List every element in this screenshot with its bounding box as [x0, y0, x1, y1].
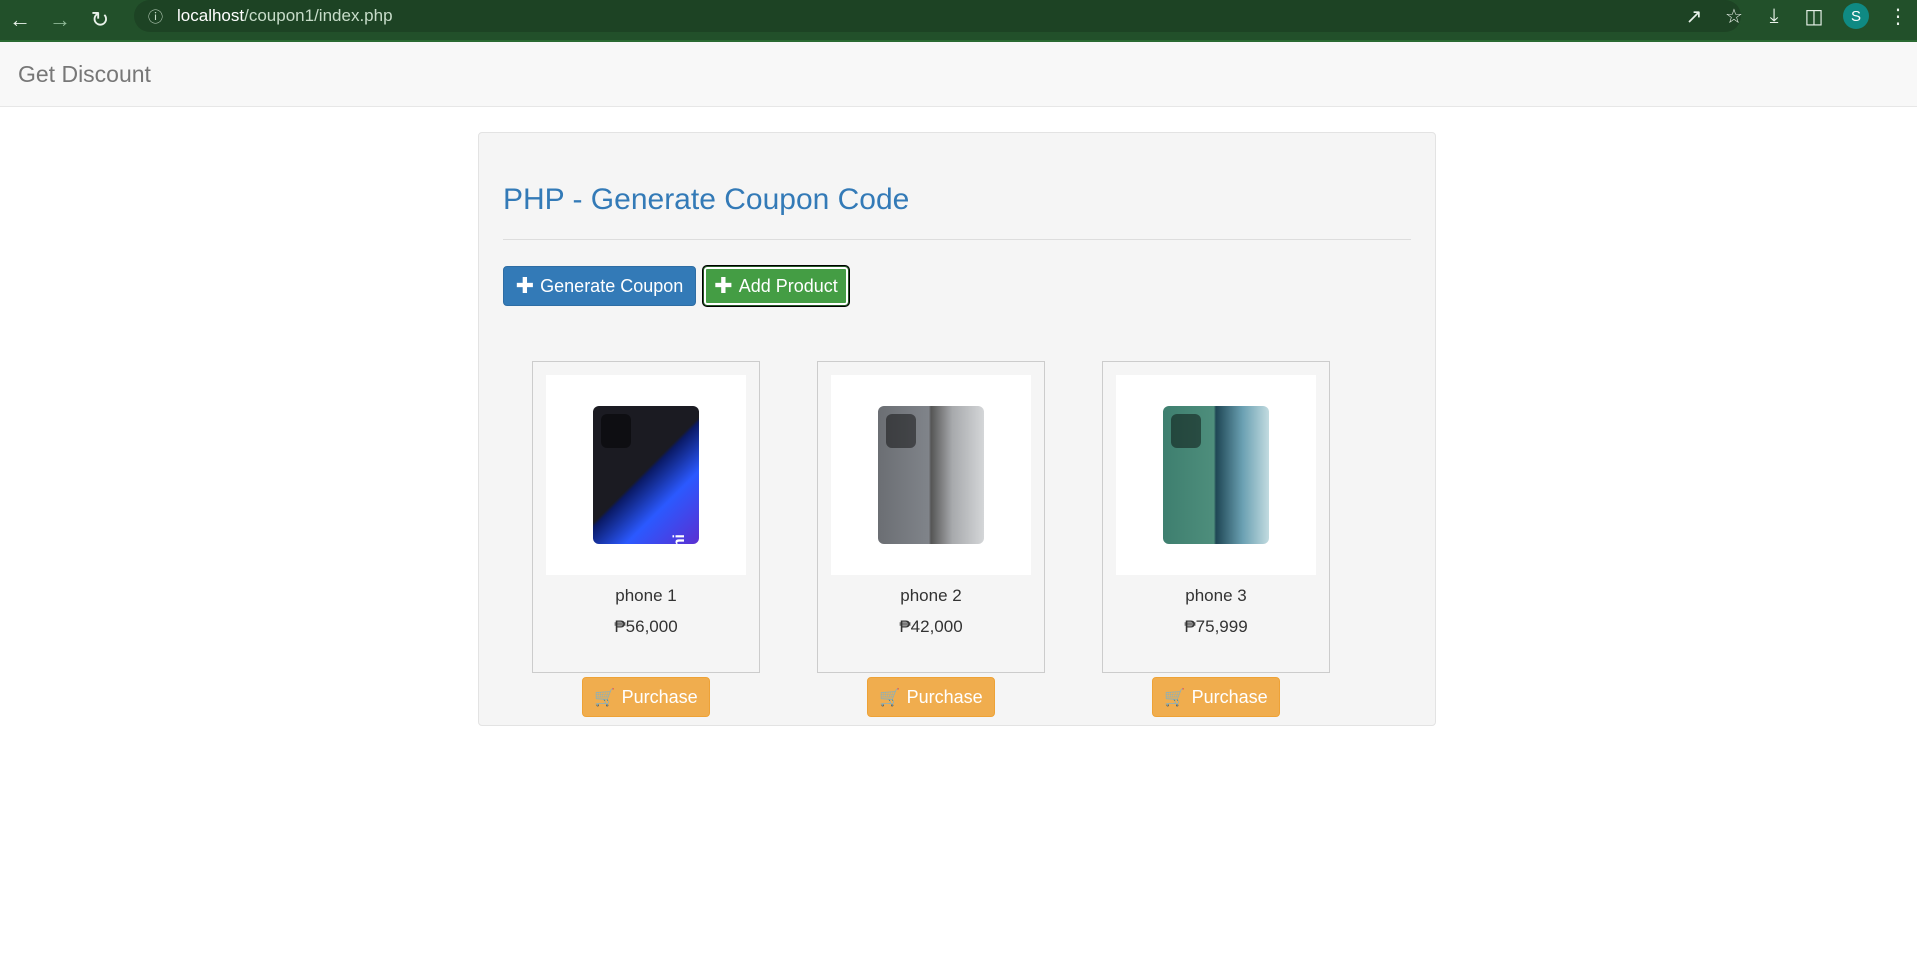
- url-host: localhost: [177, 6, 245, 25]
- phone-image: [1163, 406, 1269, 544]
- phone-brand-label: Redmi: [671, 534, 689, 544]
- plus-icon: ✚: [714, 273, 733, 298]
- content-well: PHP - Generate Coupon Code ✚ Generate Co…: [478, 132, 1436, 726]
- purchase-button[interactable]: 🛒 Purchase: [582, 677, 710, 717]
- generate-coupon-label: Generate Coupon: [540, 275, 684, 296]
- purchase-label: Purchase: [1191, 686, 1268, 707]
- product-image: Redmi: [546, 375, 746, 575]
- product-card: phone 3 ₱75,999: [1102, 361, 1330, 673]
- download-icon[interactable]: ⤓: [1763, 5, 1785, 28]
- plus-icon: ✚: [515, 273, 535, 298]
- cart-icon: 🛒: [1164, 687, 1186, 707]
- url-path: /coupon1/index.php: [244, 6, 393, 25]
- product-card: phone 2 ₱42,000: [817, 361, 1045, 673]
- back-icon[interactable]: ←: [0, 0, 40, 40]
- camera-module: [886, 414, 916, 448]
- camera-module: [1171, 414, 1201, 448]
- product-image: [1116, 375, 1316, 575]
- camera-module: [601, 414, 631, 448]
- product-name: phone 3: [1185, 586, 1247, 605]
- product-image: [831, 375, 1031, 575]
- page-title: PHP - Generate Coupon Code: [503, 183, 910, 216]
- info-icon[interactable]: ⓘ: [148, 6, 163, 27]
- purchase-button[interactable]: 🛒 Purchase: [1152, 677, 1280, 717]
- cart-icon: 🛒: [594, 687, 616, 707]
- reload-icon[interactable]: ↻: [80, 0, 120, 40]
- purchase-label: Purchase: [621, 686, 698, 707]
- purchase-label: Purchase: [906, 686, 983, 707]
- share-icon[interactable]: ↗: [1683, 4, 1705, 29]
- phone-image: Redmi: [593, 406, 699, 544]
- sidebar-icon[interactable]: ◫: [1803, 4, 1825, 29]
- forward-icon[interactable]: →: [40, 0, 80, 40]
- product-price: ₱56,000: [614, 617, 678, 636]
- browser-toolbar: ← → ↻ ⓘ localhost/coupon1/index.php ↗ ☆ …: [0, 0, 1917, 42]
- product-name: phone 2: [900, 586, 962, 605]
- product-name: phone 1: [615, 586, 677, 605]
- cart-icon: 🛒: [879, 687, 901, 707]
- purchase-button[interactable]: 🛒 Purchase: [867, 677, 995, 717]
- product-price: ₱75,999: [1184, 617, 1248, 636]
- add-product-button[interactable]: ✚ Add Product: [703, 266, 849, 306]
- phone-image: [878, 406, 984, 544]
- generate-coupon-button[interactable]: ✚ Generate Coupon: [503, 266, 696, 306]
- navbar: Get Discount: [0, 42, 1917, 107]
- address-bar[interactable]: ⓘ localhost/coupon1/index.php: [134, 0, 1741, 32]
- star-icon[interactable]: ☆: [1723, 4, 1745, 29]
- divider: [503, 239, 1411, 240]
- add-product-label: Add Product: [738, 275, 838, 296]
- product-price: ₱42,000: [899, 617, 963, 636]
- navbar-brand[interactable]: Get Discount: [18, 61, 151, 88]
- avatar[interactable]: S: [1843, 3, 1869, 29]
- menu-icon[interactable]: ⋮: [1887, 4, 1909, 29]
- product-card: Redmi phone 1 ₱56,000: [532, 361, 760, 673]
